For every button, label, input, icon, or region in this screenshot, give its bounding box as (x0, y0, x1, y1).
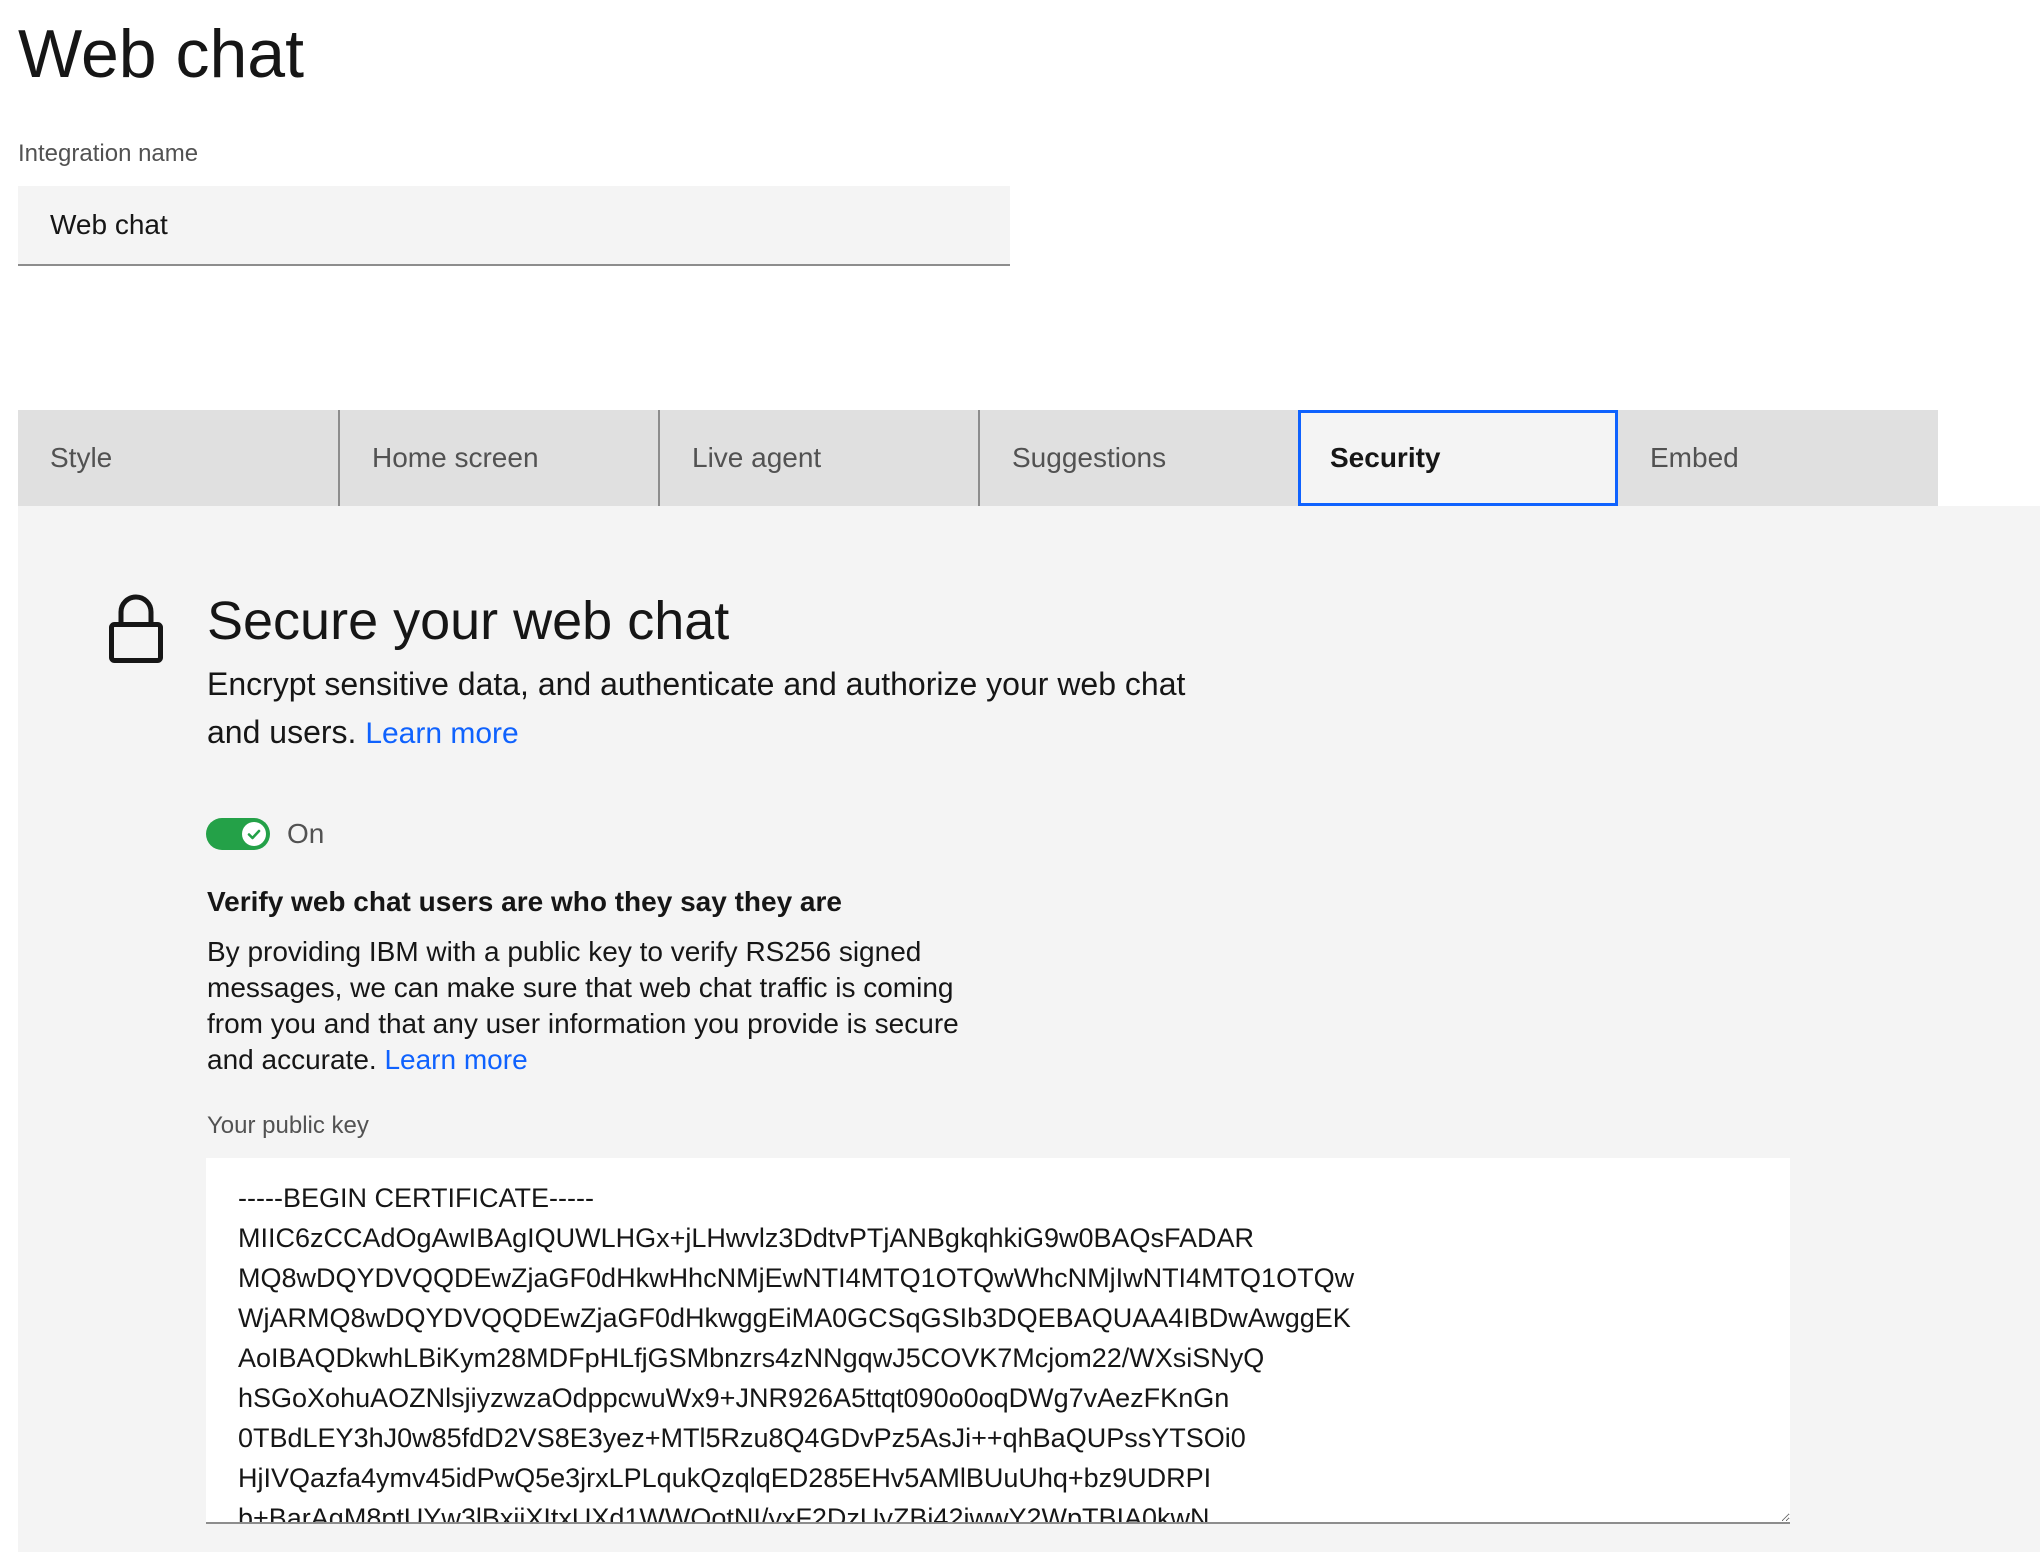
public-key-label: Your public key (207, 1112, 369, 1139)
integration-name-label: Integration name (18, 140, 199, 167)
panel-description-text: Encrypt sensitive data, and authenticate… (207, 666, 1186, 750)
panel-description: Encrypt sensitive data, and authenticate… (207, 660, 1207, 758)
tab-live-agent[interactable]: Live agent (658, 410, 978, 506)
verify-description: By providing IBM with a public key to ve… (207, 934, 1007, 1078)
toggle-knob (242, 822, 266, 846)
security-toggle[interactable] (206, 818, 270, 850)
toggle-state-label: On (287, 818, 325, 849)
page-title: Web chat (18, 16, 305, 92)
verify-description-text: By providing IBM with a public key to ve… (207, 936, 959, 1075)
integration-name-input[interactable] (18, 186, 1010, 266)
checkmark-icon (247, 829, 261, 840)
tab-style[interactable]: Style (18, 410, 338, 506)
tab-list: Style Home screen Live agent Suggestions… (18, 410, 1938, 506)
lock-icon (109, 594, 163, 663)
learn-more-link[interactable]: Learn more (365, 717, 518, 750)
tab-suggestions[interactable]: Suggestions (978, 410, 1298, 506)
public-key-textarea[interactable]: -----BEGIN CERTIFICATE----- MIIC6zCCAdOg… (206, 1158, 1790, 1524)
tab-embed[interactable]: Embed (1618, 410, 1938, 506)
tab-home-screen[interactable]: Home screen (338, 410, 658, 506)
verify-heading: Verify web chat users are who they say t… (207, 886, 842, 917)
verify-learn-more-link[interactable]: Learn more (384, 1044, 527, 1075)
panel-title: Secure your web chat (207, 591, 730, 651)
tab-security[interactable]: Security (1298, 410, 1618, 506)
